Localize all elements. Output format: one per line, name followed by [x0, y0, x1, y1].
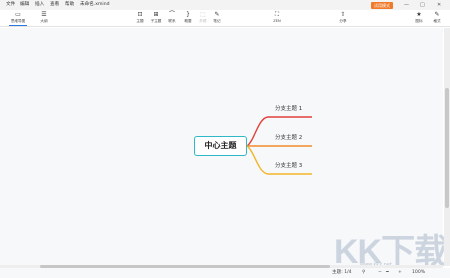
zoom-level[interactable]: 100%: [412, 270, 425, 276]
app-window: 文件 编辑 插入 查看 帮助 未命名.xmind 试用模式 — □ ✕ ▭ 思维…: [0, 0, 450, 278]
vertical-scrollbar[interactable]: [444, 28, 450, 266]
zoom-in-icon[interactable]: +: [398, 270, 402, 276]
zoom-slider-icon[interactable]: ━: [386, 270, 389, 276]
vertical-scroll-thumb[interactable]: [445, 88, 449, 208]
branch-topic-1[interactable]: 分支主题 1: [275, 106, 302, 113]
central-topic[interactable]: 中心主题: [194, 136, 247, 156]
topic-count: 主题: 1/4: [332, 270, 352, 275]
branch-topic-2[interactable]: 分支主题 2: [275, 135, 302, 142]
status-bar: 主题: 1/4 ⚲ − ━ + 100%: [0, 268, 450, 278]
branch-topic-3[interactable]: 分支主题 3: [275, 163, 302, 170]
zoom-out-icon[interactable]: −: [378, 270, 382, 276]
filter-icon[interactable]: ⚲: [362, 270, 365, 276]
